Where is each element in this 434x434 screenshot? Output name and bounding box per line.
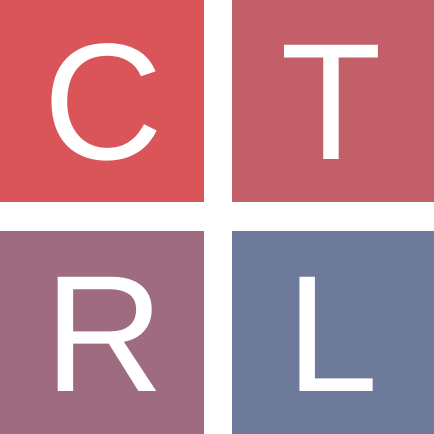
logo-letter-r: R [44, 241, 164, 427]
logo-tile-c: C [0, 0, 204, 202]
ctrl-logo: C T R L [0, 0, 434, 434]
logo-tile-l: L [232, 231, 434, 434]
logo-letter-c: C [43, 10, 163, 195]
logo-tile-r: R [0, 231, 204, 434]
logo-tile-t: T [232, 0, 434, 202]
logo-letter-l: L [285, 241, 379, 427]
logo-letter-t: T [280, 10, 382, 195]
